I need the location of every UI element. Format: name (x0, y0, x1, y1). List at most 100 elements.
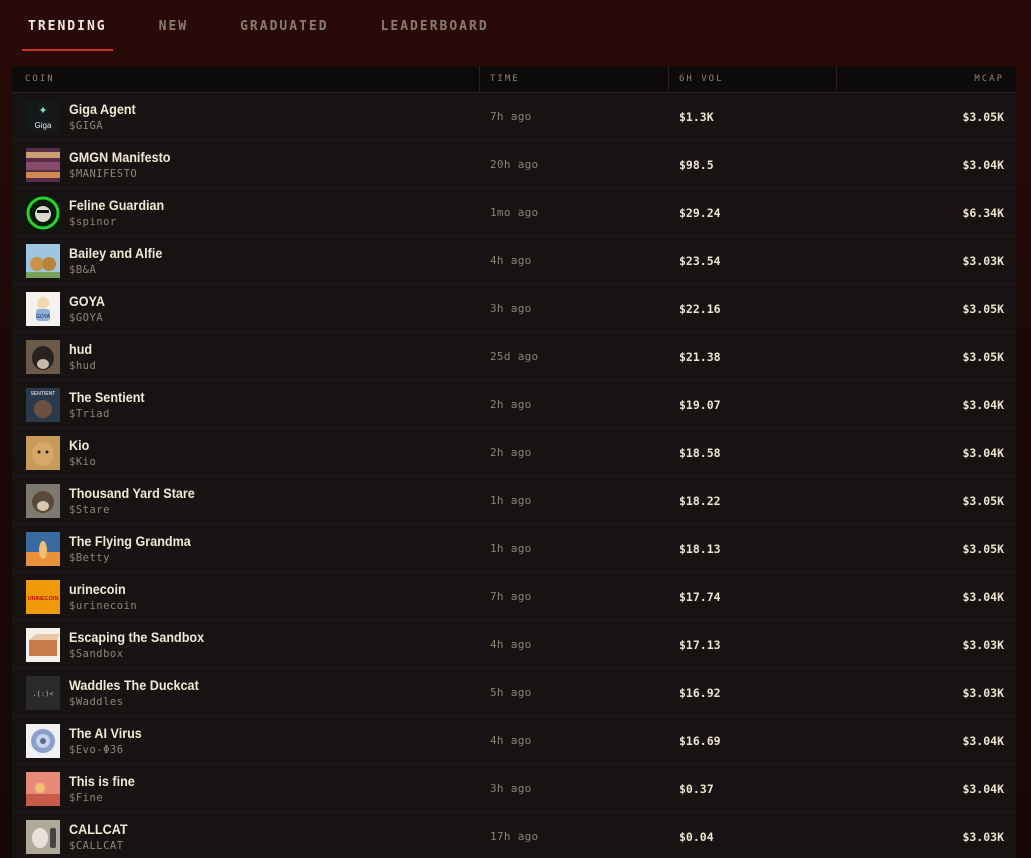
vol-value: $0.04 (679, 829, 714, 844)
coin-name[interactable]: GOYA (69, 293, 105, 310)
coin-name[interactable]: The Sentient (69, 389, 145, 406)
table-row[interactable]: This is fine $Fine 3h ago $0.37 $3.04K (12, 765, 1016, 813)
time-cell: 4h ago (480, 717, 669, 764)
time-value: 5h ago (490, 686, 532, 699)
coin-ticker: $Fine (69, 792, 104, 804)
coin-info: The AI Virus $Evo-Φ36 (69, 725, 150, 756)
vol-value: $0.37 (679, 781, 714, 796)
table-row[interactable]: Feline Guardian $spinor 1mo ago $29.24 $… (12, 189, 1016, 237)
coin-avatar (26, 435, 60, 470)
mcap-value: $3.05K (962, 541, 1004, 556)
header-mcap[interactable]: MCAP (837, 66, 1016, 92)
table-row[interactable]: Bailey and Alfie $B&A 4h ago $23.54 $3.0… (12, 237, 1016, 285)
mcap-value: $3.04K (962, 445, 1004, 460)
table-header: COIN TIME 6H VOL MCAP (12, 66, 1016, 93)
vol-value: $16.69 (679, 733, 721, 748)
coin-info: GOYA $GOYA (69, 293, 109, 324)
tab-leaderboard[interactable]: LEADERBOARD (375, 0, 495, 52)
table-row[interactable]: The Flying Grandma $Betty 1h ago $18.13 … (12, 525, 1016, 573)
table-row[interactable]: ✦ Giga Giga Agent $GIGA 7h ago $1.3K $3.0… (12, 93, 1016, 141)
coin-ticker: $GIGA (69, 120, 104, 132)
coin-name[interactable]: The Flying Grandma (69, 533, 191, 550)
coin-avatar: GOYA (26, 291, 60, 326)
table-row[interactable]: Escaping the Sandbox $Sandbox 4h ago $17… (12, 621, 1016, 669)
coin-name[interactable]: Feline Guardian (69, 197, 164, 214)
coin-name[interactable]: Bailey and Alfie (69, 245, 162, 262)
coin-name[interactable]: urinecoin (69, 581, 130, 598)
coin-info: GMGN Manifesto $MANIFESTO (69, 149, 182, 180)
time-cell: 2h ago (480, 429, 669, 476)
coin-ticker: $Betty (69, 552, 110, 564)
coin-name[interactable]: This is fine (69, 773, 135, 790)
mcap-value: $3.05K (962, 349, 1004, 364)
coin-cell: ✦ Giga Giga Agent $GIGA (12, 93, 480, 140)
table-row[interactable]: The AI Virus $Evo-Φ36 4h ago $16.69 $3.0… (12, 717, 1016, 765)
vol-cell: $18.13 (669, 525, 837, 572)
table-row[interactable]: SENTIENT The Sentient $Triad 2h ago $19.… (12, 381, 1016, 429)
header-coin[interactable]: COIN (12, 66, 480, 92)
time-cell: 20h ago (480, 141, 669, 188)
vol-cell: $1.3K (669, 93, 837, 140)
table-row[interactable]: GMGN Manifesto $MANIFESTO 20h ago $98.5 … (12, 141, 1016, 189)
vol-value: $17.74 (679, 589, 721, 604)
coin-name[interactable]: CALLCAT (69, 821, 128, 838)
coin-ticker: $Sandbox (69, 648, 124, 660)
coin-ticker: $Waddles (69, 696, 124, 708)
table-row[interactable]: GOYA GOYA $GOYA 3h ago $22.16 $3.05K (12, 285, 1016, 333)
coin-cell: Kio $Kio (12, 429, 480, 476)
mcap-value: $3.05K (962, 493, 1004, 508)
coin-name[interactable]: hud (69, 341, 94, 358)
coin-name[interactable]: Waddles The Duckcat (69, 677, 199, 694)
mcap-cell: $3.05K (837, 333, 1016, 380)
tab-graduated[interactable]: GRADUATED (234, 0, 334, 52)
mcap-value: $3.04K (962, 157, 1004, 172)
table-row[interactable]: Thousand Yard Stare $Stare 1h ago $18.22… (12, 477, 1016, 525)
table-row[interactable]: URINECOIN urinecoin $urinecoin 7h ago $1… (12, 573, 1016, 621)
mcap-cell: $3.04K (837, 429, 1016, 476)
tab-trending[interactable]: TRENDING (22, 0, 113, 52)
time-cell: 1h ago (480, 525, 669, 572)
coin-info: hud $hud (69, 341, 96, 372)
vol-value: $18.13 (679, 541, 721, 556)
coin-avatar (26, 147, 60, 182)
vol-value: $1.3K (679, 109, 714, 124)
coin-ticker: $Triad (69, 408, 110, 420)
table-row[interactable]: CALLCAT $CALLCAT 17h ago $0.04 $3.03K (12, 813, 1016, 858)
tab-new[interactable]: NEW (153, 0, 194, 52)
mcap-cell: $3.05K (837, 477, 1016, 524)
table-row[interactable]: hud $hud 25d ago $21.38 $3.05K (12, 333, 1016, 381)
coin-avatar (26, 627, 60, 662)
mcap-cell: $3.03K (837, 813, 1016, 858)
time-cell: 7h ago (480, 573, 669, 620)
mcap-cell: $6.34K (837, 189, 1016, 236)
time-cell: 3h ago (480, 765, 669, 812)
coin-avatar (26, 339, 60, 374)
coin-name[interactable]: The AI Virus (69, 725, 142, 742)
header-6h-vol[interactable]: 6H VOL (669, 66, 837, 92)
mcap-cell: $3.05K (837, 525, 1016, 572)
coin-ticker: $GOYA (69, 312, 104, 324)
coin-info: This is fine $Fine (69, 773, 142, 804)
coin-name[interactable]: Thousand Yard Stare (69, 485, 195, 502)
mcap-cell: $3.04K (837, 717, 1016, 764)
coin-name[interactable]: Giga Agent (69, 101, 136, 118)
mcap-value: $3.05K (962, 301, 1004, 316)
vol-value: $17.13 (679, 637, 721, 652)
time-cell: 2h ago (480, 381, 669, 428)
coin-info: Bailey and Alfie $B&A (69, 245, 173, 276)
table-row[interactable]: Kio $Kio 2h ago $18.58 $3.04K (12, 429, 1016, 477)
coin-name[interactable]: GMGN Manifesto (69, 149, 171, 166)
table-row[interactable]: .(:)< Waddles The Duckcat $Waddles 5h ag… (12, 669, 1016, 717)
coin-info: Waddles The Duckcat $Waddles (69, 677, 213, 708)
time-cell: 17h ago (480, 813, 669, 858)
coin-ticker: $MANIFESTO (69, 168, 138, 180)
coin-info: urinecoin $urinecoin (69, 581, 137, 612)
mcap-value: $3.03K (962, 685, 1004, 700)
coin-name[interactable]: Kio (69, 437, 94, 454)
vol-value: $22.16 (679, 301, 721, 316)
svg-text:✦: ✦ (38, 104, 47, 117)
header-time[interactable]: TIME (480, 66, 669, 92)
thumb-label: URINECOIN (28, 596, 59, 602)
coin-name[interactable]: Escaping the Sandbox (69, 629, 204, 646)
time-value: 7h ago (490, 110, 532, 123)
